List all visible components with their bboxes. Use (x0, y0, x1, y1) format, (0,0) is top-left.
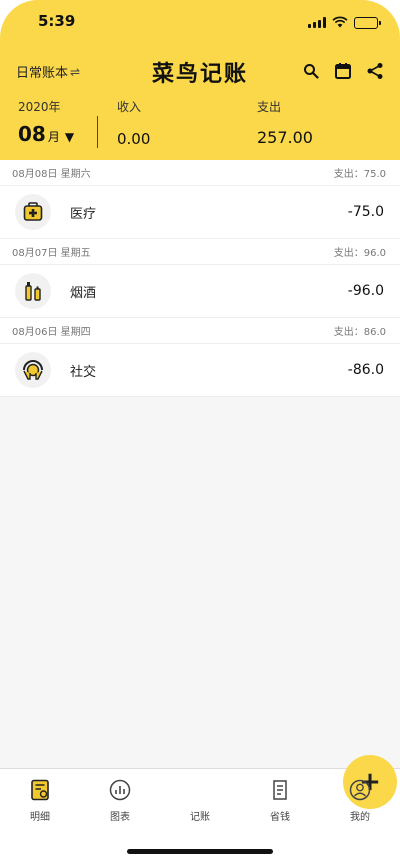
month-picker[interactable]: 08 月 ▼ (18, 122, 74, 146)
chart-icon (90, 779, 150, 803)
tab-save[interactable]: 省钱 (250, 779, 310, 823)
tab-detail-label: 明细 (30, 812, 50, 823)
book-switcher[interactable]: 日常账本 ⇌ (16, 62, 81, 82)
calendar-icon[interactable] (332, 60, 354, 82)
day-total: 支出：96.0 (333, 248, 386, 259)
month-summary: 2020年 08 月 ▼ 收入 0.00 支出 257.00 (0, 96, 400, 156)
cellular-signal-icon (308, 17, 326, 28)
day-total: 支出：86.0 (333, 327, 386, 338)
record-row[interactable]: 烟酒 -96.0 (0, 265, 400, 318)
year-label: 2020年 (18, 100, 61, 114)
nav-actions (300, 60, 386, 82)
tab-save-label: 省钱 (270, 812, 290, 823)
tab-chart[interactable]: 图表 (90, 779, 150, 823)
user-icon (330, 779, 390, 803)
status-icons (308, 13, 381, 32)
category-name: 社交 (70, 364, 97, 380)
tab-add[interactable]: + 记账 (170, 755, 397, 823)
share-icon[interactable] (364, 60, 386, 82)
tab-mine[interactable]: 我的 (330, 779, 390, 823)
category-name: 医疗 (70, 206, 97, 222)
day-header: 08月06日 星期四 支出：86.0 (0, 318, 400, 344)
income-label: 收入 (117, 100, 142, 114)
day-header: 08月07日 星期五 支出：96.0 (0, 239, 400, 265)
tab-detail[interactable]: 明细 (10, 779, 70, 823)
app-screen: 5:39 菜鸟记账 日常账本 ⇌ 2020年 08 月 ▼ 收入 0.00 支出… (0, 0, 400, 862)
category-name: 烟酒 (70, 285, 97, 301)
record-amount: -75.0 (347, 204, 384, 220)
day-header: 08月08日 星期六 支出：75.0 (0, 160, 400, 186)
search-icon[interactable] (300, 60, 322, 82)
expense-label: 支出 (257, 100, 282, 114)
income-value: 0.00 (117, 130, 151, 148)
status-time: 5:39 (38, 12, 76, 30)
day-date: 08月07日 星期五 (12, 248, 91, 259)
header: 5:39 菜鸟记账 日常账本 ⇌ 2020年 08 月 ▼ 收入 0.00 支出… (0, 0, 400, 160)
swap-icon: ⇌ (70, 64, 81, 79)
record-amount: -86.0 (347, 362, 384, 378)
record-row[interactable]: 社交 -86.0 (0, 344, 400, 397)
summary-divider (97, 116, 98, 148)
day-date: 08月06日 星期四 (12, 327, 91, 338)
expense-value: 257.00 (257, 128, 313, 147)
tab-chart-label: 图表 (110, 812, 130, 823)
day-date: 08月08日 星期六 (12, 169, 91, 180)
tab-mine-label: 我的 (350, 812, 370, 823)
home-indicator (127, 849, 273, 854)
record-list: 08月08日 星期六 支出：75.0 医疗 -75.0 08月07日 星期五 支… (0, 160, 400, 397)
tab-add-label: 记账 (190, 812, 210, 823)
caret-down-icon: ▼ (64, 130, 75, 144)
record-row[interactable]: 医疗 -75.0 (0, 186, 400, 239)
bottles-icon (15, 273, 51, 309)
battery-icon (354, 16, 381, 29)
month-unit: 月 (47, 130, 60, 144)
day-total: 支出：75.0 (333, 169, 386, 180)
record-amount: -96.0 (347, 283, 384, 299)
nav-row: 菜鸟记账 日常账本 ⇌ (0, 56, 400, 87)
month-number: 08 (18, 122, 46, 146)
medical-kit-icon (15, 194, 51, 230)
book-label: 日常账本 (16, 66, 69, 81)
scroll-icon (250, 779, 310, 803)
wifi-icon (332, 13, 348, 32)
status-bar: 5:39 (0, 0, 400, 44)
social-icon (15, 352, 51, 388)
detail-icon (10, 779, 70, 803)
tab-bar: 明细 图表 + 记账 省钱 我的 (0, 755, 400, 862)
